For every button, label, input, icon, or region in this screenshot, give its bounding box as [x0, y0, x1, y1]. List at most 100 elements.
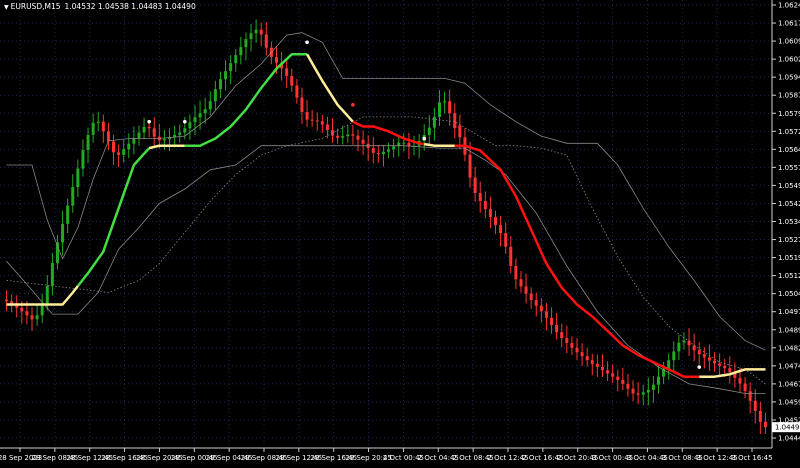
y-tick-label: 1.04745	[778, 362, 800, 370]
signal-dot	[422, 136, 427, 141]
candle-body	[519, 279, 523, 287]
candle-body	[697, 350, 701, 355]
signal-dot	[147, 119, 151, 124]
price-chart[interactable]: 1.06245 1.06170 1.06095 1.06020 1.05945 1.058…	[0, 0, 800, 464]
candle-body	[570, 342, 574, 348]
candle-body	[494, 217, 498, 226]
candle-body	[300, 97, 304, 113]
signal-dot	[452, 124, 457, 129]
candle-body	[575, 347, 579, 353]
signal-line-segment	[424, 142, 455, 147]
candle-body	[728, 368, 732, 373]
candle-body	[45, 285, 49, 304]
candle-body	[499, 225, 503, 234]
candle-body	[76, 168, 80, 188]
candle-body	[25, 311, 29, 316]
candle-body	[682, 340, 686, 343]
candle-body	[112, 141, 116, 153]
candle-body	[229, 63, 233, 72]
candle-body	[5, 299, 9, 302]
y-tick-label: 1.04895	[778, 326, 800, 334]
candle-body	[713, 360, 717, 364]
candle-body	[544, 311, 548, 318]
candle-body	[259, 29, 263, 35]
candle-body	[295, 85, 299, 98]
candle-body	[142, 126, 146, 133]
candle-body	[560, 332, 564, 339]
band-lines	[6, 32, 766, 394]
candle-body	[106, 131, 110, 142]
candle-body	[234, 55, 238, 64]
candle-body	[707, 357, 711, 361]
symbol-label: EURUSD,M15	[10, 2, 61, 11]
candle-body	[432, 116, 436, 128]
signal-dot	[351, 103, 355, 107]
time-axis: 28 Sep 202328 Sep 08:4528 Sep 12:4528 Se…	[0, 448, 773, 462]
signal-line-segment	[306, 53, 354, 123]
candle-body	[178, 132, 182, 135]
candle-body	[402, 142, 406, 144]
candle-body	[514, 266, 518, 280]
candle-body	[748, 391, 752, 401]
candle-body	[132, 138, 136, 144]
y-tick-label: 1.05195	[778, 254, 800, 262]
candle-body	[71, 187, 75, 206]
candle-body	[468, 154, 472, 178]
candle-body	[427, 127, 431, 135]
candle-body	[443, 101, 447, 103]
candle-body	[753, 400, 757, 411]
candle-body	[61, 223, 65, 243]
candle-body	[81, 150, 85, 169]
candle-body	[66, 205, 70, 224]
candle-body	[86, 134, 90, 151]
y-tick-label: 1.05120	[778, 272, 800, 280]
candle-body	[718, 363, 722, 366]
candle-body	[723, 365, 727, 369]
candle-body	[611, 373, 615, 377]
signal-dot	[305, 40, 309, 45]
candle-body	[509, 246, 513, 267]
candle-body	[504, 233, 508, 247]
candle-body	[30, 315, 34, 320]
candle-body	[656, 376, 660, 385]
triangle-down-icon[interactable]: ▼	[4, 4, 9, 11]
current-price-text: 1.04490	[775, 424, 800, 432]
candle-body	[458, 125, 462, 138]
grid-lines	[0, 0, 772, 448]
candle-body	[254, 29, 258, 34]
candle-body	[437, 102, 441, 117]
candle-body	[20, 307, 24, 312]
y-tick-label: 1.04445	[778, 435, 800, 443]
candlesticks	[5, 19, 767, 435]
y-tick-label: 1.05870	[778, 92, 800, 100]
candle-body	[392, 146, 396, 150]
signal-line	[6, 53, 766, 378]
candle-body	[478, 193, 482, 202]
x-tick-label: 3 Oct 16:45	[731, 454, 772, 462]
candle-body	[763, 421, 767, 428]
candle-body	[183, 128, 187, 133]
y-tick-label: 1.06170	[778, 20, 800, 28]
candle-body	[188, 122, 192, 129]
y-tick-label: 1.05795	[778, 110, 800, 118]
candle-body	[524, 286, 528, 294]
y-tick-label: 1.04970	[778, 308, 800, 316]
y-tick-label: 1.04670	[778, 380, 800, 388]
candle-body	[305, 112, 309, 120]
candle-body	[249, 33, 253, 40]
candle-body	[208, 101, 212, 110]
candle-body	[453, 113, 457, 126]
candle-body	[667, 360, 671, 369]
y-tick-label: 1.05720	[778, 128, 800, 136]
candle-body	[244, 39, 248, 48]
candle-body	[213, 89, 217, 102]
candle-body	[162, 139, 166, 141]
upper-band-line	[6, 32, 766, 351]
candle-body	[203, 109, 207, 114]
candle-body	[550, 317, 554, 325]
signal-line-segment	[184, 53, 308, 147]
candle-body	[346, 134, 350, 137]
y-tick-label: 1.06245	[778, 2, 800, 10]
chart-canvas[interactable]: 1.06245 1.06170 1.06095 1.06020 1.05945 1.058…	[0, 0, 800, 464]
candle-body	[152, 128, 156, 137]
